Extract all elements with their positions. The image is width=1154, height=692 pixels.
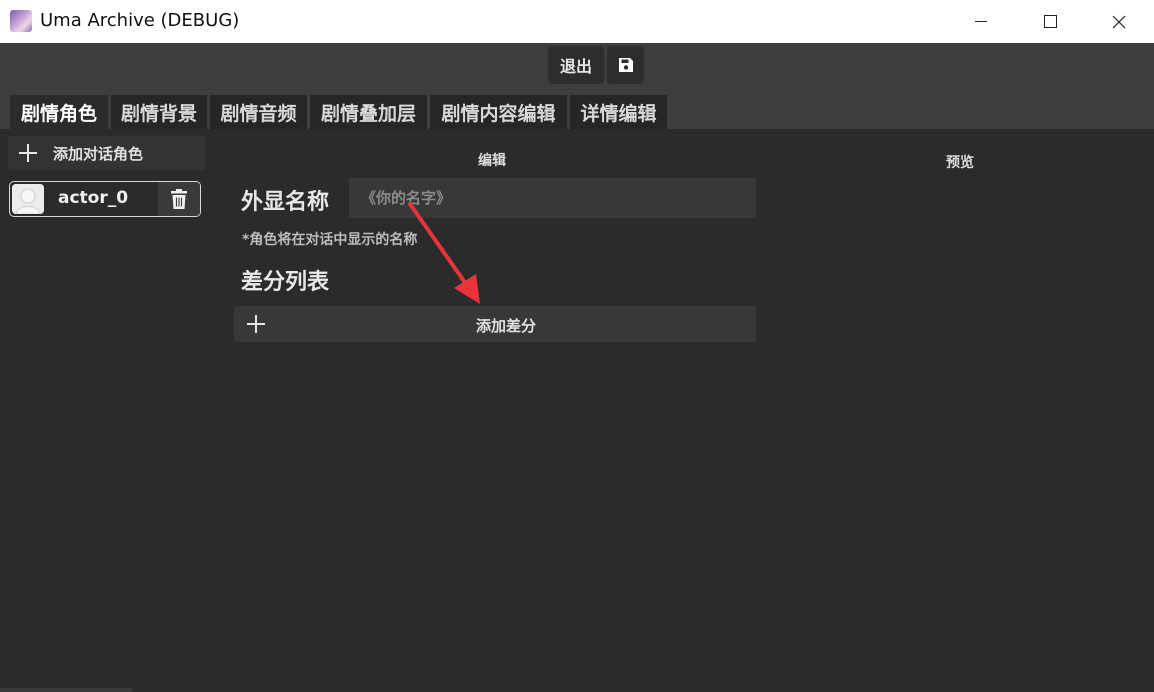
preview-section-title: 预览: [946, 155, 974, 171]
app-icon: [10, 10, 32, 32]
add-diff-label: 添加差分: [476, 317, 537, 335]
avatar-placeholder-icon: [12, 184, 44, 214]
minimize-button[interactable]: [958, 0, 1004, 43]
delete-actor-button[interactable]: [158, 182, 200, 216]
tab-story-audio[interactable]: 剧情音频: [210, 95, 307, 129]
annotation-arrow-icon: [408, 202, 480, 304]
tab-story-overlay[interactable]: 剧情叠加层: [310, 95, 427, 129]
add-actor-label: 添加对话角色: [53, 145, 144, 163]
bottom-edge-divider: [0, 688, 132, 692]
close-button[interactable]: [1096, 0, 1142, 43]
title-bar: Uma Archive (DEBUG): [0, 0, 1154, 44]
display-name-label: 外显名称: [241, 190, 330, 215]
actor-name: actor_0: [58, 188, 129, 208]
exit-button[interactable]: 退出: [548, 46, 604, 84]
close-icon: [1112, 15, 1126, 28]
tab-bar: 剧情角色 剧情背景 剧情音频 剧情叠加层 剧情内容编辑 详情编辑: [0, 89, 1154, 129]
maximize-button[interactable]: [1027, 0, 1073, 43]
actor-sidebar: 添加对话角色 actor_0: [0, 129, 210, 692]
trash-icon: [171, 189, 187, 209]
tab-story-background[interactable]: 剧情背景: [111, 95, 207, 129]
add-diff-button[interactable]: 添加差分: [234, 306, 756, 342]
editor-section-title: 编辑: [478, 153, 506, 169]
save-icon: [618, 58, 633, 72]
save-button[interactable]: [607, 46, 644, 84]
display-name-hint: *角色将在对话中显示的名称: [242, 232, 418, 248]
diff-list-title: 差分列表: [241, 270, 330, 295]
toolbar: 退出: [0, 43, 1154, 89]
add-actor-button[interactable]: 添加对话角色: [8, 136, 206, 170]
plus-icon: [19, 144, 37, 162]
maximize-icon: [1043, 15, 1057, 28]
minimize-icon: [975, 21, 987, 22]
actor-list-item[interactable]: actor_0: [9, 181, 201, 217]
tab-story-actors[interactable]: 剧情角色: [10, 95, 108, 129]
avatar: [12, 184, 44, 214]
tab-detail-edit[interactable]: 详情编辑: [570, 95, 667, 129]
tab-story-content-edit[interactable]: 剧情内容编辑: [430, 95, 567, 129]
window-title: Uma Archive (DEBUG): [40, 10, 240, 31]
plus-icon: [247, 315, 265, 333]
